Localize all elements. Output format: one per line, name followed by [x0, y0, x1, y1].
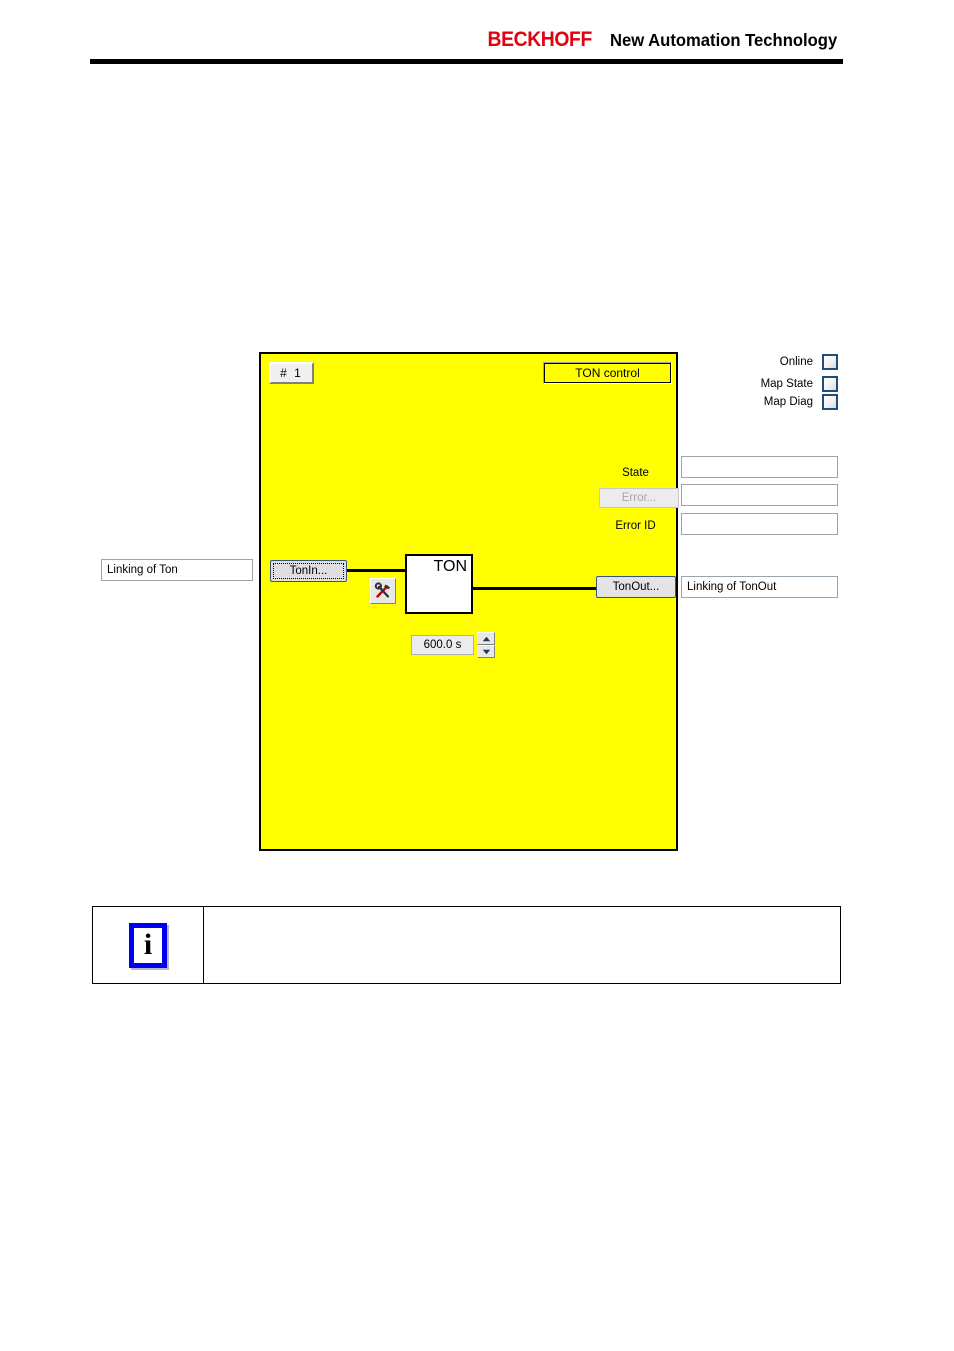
focus-ring	[273, 563, 344, 579]
error-value-field[interactable]	[681, 484, 838, 506]
checkbox-label-map-diag: Map Diag	[763, 396, 813, 408]
note-icon-cell: i	[93, 907, 204, 983]
chevron-down-icon	[482, 649, 490, 654]
header-divider	[90, 59, 843, 64]
checkbox-map-state[interactable]	[822, 376, 838, 392]
wire-input	[347, 569, 407, 572]
page-header: BECKHOFF New Automation Technology	[90, 28, 843, 54]
checkbox-map-diag[interactable]	[822, 394, 838, 410]
checkbox-row-map-state[interactable]: Map State	[681, 376, 838, 392]
state-label: State	[622, 467, 649, 479]
note-box: i	[92, 906, 841, 984]
error-id-value-field[interactable]	[681, 513, 838, 535]
checkbox-row-map-diag[interactable]: Map Diag	[681, 394, 838, 410]
ton-function-block[interactable]: TON	[405, 554, 473, 614]
wire-output	[471, 587, 607, 590]
note-text	[204, 907, 840, 983]
tonout-button[interactable]: TonOut...	[596, 576, 676, 598]
hammer-wrench-glyph	[374, 582, 390, 598]
state-value-field[interactable]	[681, 456, 838, 478]
preset-time-stepper[interactable]	[477, 632, 495, 658]
checkbox-label-online: Online	[779, 356, 813, 368]
error-button[interactable]: Error...	[599, 488, 679, 508]
chevron-up-icon	[482, 636, 490, 641]
stepper-down-button[interactable]	[477, 645, 495, 658]
ton-block-label: TON	[433, 558, 467, 575]
linking-of-ton-field[interactable]: Linking of Ton	[101, 559, 253, 581]
instance-index-button[interactable]: # 1	[269, 362, 314, 384]
beckhoff-tagline: New Automation Technology	[609, 30, 838, 50]
checkbox-row-online[interactable]: Online	[681, 354, 838, 370]
ton-control-panel: # 1 TON control State Error... Error ID …	[259, 352, 679, 851]
tonin-button[interactable]: TonIn...	[270, 560, 347, 582]
preset-time-field[interactable]: 600.0 s	[411, 635, 474, 655]
info-icon-glyph: i	[143, 928, 153, 961]
info-icon: i	[129, 922, 167, 968]
checkbox-online[interactable]	[822, 354, 838, 370]
stepper-up-button[interactable]	[477, 632, 495, 645]
beckhoff-logo: BECKHOFF	[487, 28, 593, 51]
error-id-label: Error ID	[615, 520, 656, 532]
linking-of-tonout-field[interactable]: Linking of TonOut	[681, 576, 838, 598]
panel-title: TON control	[543, 362, 672, 384]
checkbox-label-map-state: Map State	[760, 378, 813, 390]
hammer-wrench-icon[interactable]	[370, 578, 396, 604]
